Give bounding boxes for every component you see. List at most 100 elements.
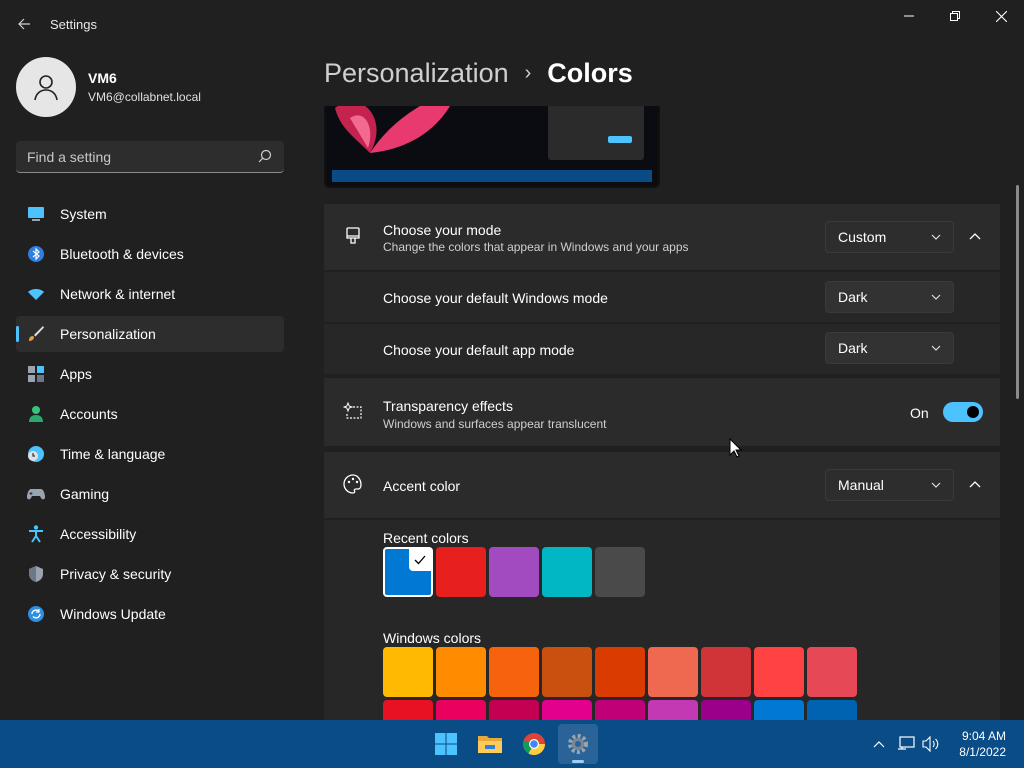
color-swatch[interactable] [489,700,539,720]
chevron-down-icon [931,294,941,300]
settings-window: Settings VM6 VM6@collabnet.local Find a … [0,0,1024,720]
color-swatch[interactable] [489,647,539,697]
toggle-knob [967,406,979,418]
color-swatch[interactable] [542,700,592,720]
color-swatch[interactable] [701,700,751,720]
app-mode-label: Choose your default app mode [383,342,575,358]
sidebar-item-bluetooth[interactable]: Bluetooth & devices [16,236,284,272]
color-swatch[interactable] [648,700,698,720]
preview-window [548,106,644,160]
color-swatch[interactable] [648,647,698,697]
close-icon [995,10,1007,22]
mode-description: Change the colors that appear in Windows… [383,240,689,254]
sidebar-item-accessibility[interactable]: Accessibility [16,516,284,552]
show-hidden-icons-button[interactable] [869,734,889,754]
preview-taskbar [332,170,652,182]
gamepad-icon [27,485,45,503]
mode-collapse-button[interactable] [964,226,986,248]
sidebar-item-label: Accessibility [60,526,137,542]
app-mode-row: Choose your default app mode Dark [324,324,1000,374]
search-box [16,141,284,173]
network-tray-button[interactable] [896,734,916,754]
restore-button[interactable] [932,0,978,32]
color-swatch[interactable] [436,647,486,697]
settings-taskbar-button[interactable] [558,724,598,764]
speaker-icon [922,736,939,752]
windows-mode-row: Choose your default Windows mode Dark [324,272,1000,322]
accent-collapse-button[interactable] [964,474,986,496]
profile-name: VM6 [88,70,117,86]
shield-icon [27,565,45,583]
color-swatch[interactable] [383,647,433,697]
sidebar-item-windows-update[interactable]: Windows Update [16,596,284,632]
search-icon[interactable] [258,149,272,166]
back-button[interactable] [10,10,38,38]
user-profile[interactable]: VM6 VM6@collabnet.local [16,57,201,117]
color-swatch[interactable] [807,647,857,697]
color-swatch[interactable] [436,547,486,597]
transparency-description: Windows and surfaces appear translucent [383,417,607,431]
accent-dropdown[interactable]: Manual [825,469,954,501]
choose-mode-card[interactable]: Choose your mode Change the colors that … [324,204,1000,270]
chrome-button[interactable] [514,724,554,764]
update-icon [27,605,45,623]
start-button[interactable] [426,724,466,764]
main-content: Choose your mode Change the colors that … [324,106,1000,720]
mode-dropdown[interactable]: Custom [825,221,954,253]
color-swatch[interactable] [383,700,433,720]
color-swatch[interactable] [807,700,857,720]
apps-icon [27,365,45,383]
bluetooth-icon [27,245,45,263]
color-swatch[interactable] [383,547,433,597]
accent-color-card[interactable]: Accent color Manual [324,452,1000,518]
color-swatch[interactable] [754,647,804,697]
color-swatch[interactable] [595,647,645,697]
windows-mode-dropdown[interactable]: Dark [825,281,954,313]
volume-tray-button[interactable] [921,734,941,754]
transparency-toggle[interactable] [943,402,983,422]
accent-title: Accent color [383,478,461,494]
mode-dropdown-value: Custom [838,229,887,245]
windows-start-icon [435,733,457,755]
transparency-title: Transparency effects [383,398,513,414]
taskbar-clock[interactable]: 9:04 AM 8/1/2022 [959,728,1006,760]
color-swatch[interactable] [489,547,539,597]
app-mode-value: Dark [838,340,868,356]
sidebar-item-accounts[interactable]: Accounts [16,396,284,432]
clock-date: 8/1/2022 [959,745,1006,759]
sidebar-item-privacy[interactable]: Privacy & security [16,556,284,592]
wallpaper-bloom-image [335,106,450,153]
sidebar-item-apps[interactable]: Apps [16,356,284,392]
profile-email: VM6@collabnet.local [88,90,201,104]
sidebar-item-gaming[interactable]: Gaming [16,476,284,512]
sidebar-item-system[interactable]: System [16,196,284,232]
color-swatch[interactable] [754,700,804,720]
transparency-state-label: On [910,405,929,421]
windows-colors-label: Windows colors [383,630,482,646]
sidebar-item-time-language[interactable]: Time & language [16,436,284,472]
color-swatch[interactable] [595,547,645,597]
app-mode-dropdown[interactable]: Dark [825,332,954,364]
sidebar-item-network[interactable]: Network & internet [16,276,284,312]
accent-colors-panel: Recent colors Windows colors [324,520,1000,720]
color-swatch[interactable] [542,547,592,597]
minimize-button[interactable] [886,0,932,32]
main-scrollbar[interactable] [1016,185,1019,399]
checkmark-icon [409,549,431,571]
avatar [16,57,76,117]
color-swatch[interactable] [542,647,592,697]
sparkle-window-icon [342,400,364,422]
file-explorer-icon [478,736,502,753]
color-swatch[interactable] [595,700,645,720]
color-swatch[interactable] [436,700,486,720]
breadcrumb-parent[interactable]: Personalization [324,58,509,89]
sidebar-item-personalization[interactable]: Personalization [16,316,284,352]
close-button[interactable] [978,0,1024,32]
sidebar-item-label: Privacy & security [60,566,172,582]
chrome-icon [522,733,545,755]
sidebar-item-label: Personalization [60,326,156,342]
chevron-up-icon [873,741,885,748]
color-swatch[interactable] [701,647,751,697]
search-input[interactable] [27,148,247,165]
file-explorer-button[interactable] [470,724,510,764]
